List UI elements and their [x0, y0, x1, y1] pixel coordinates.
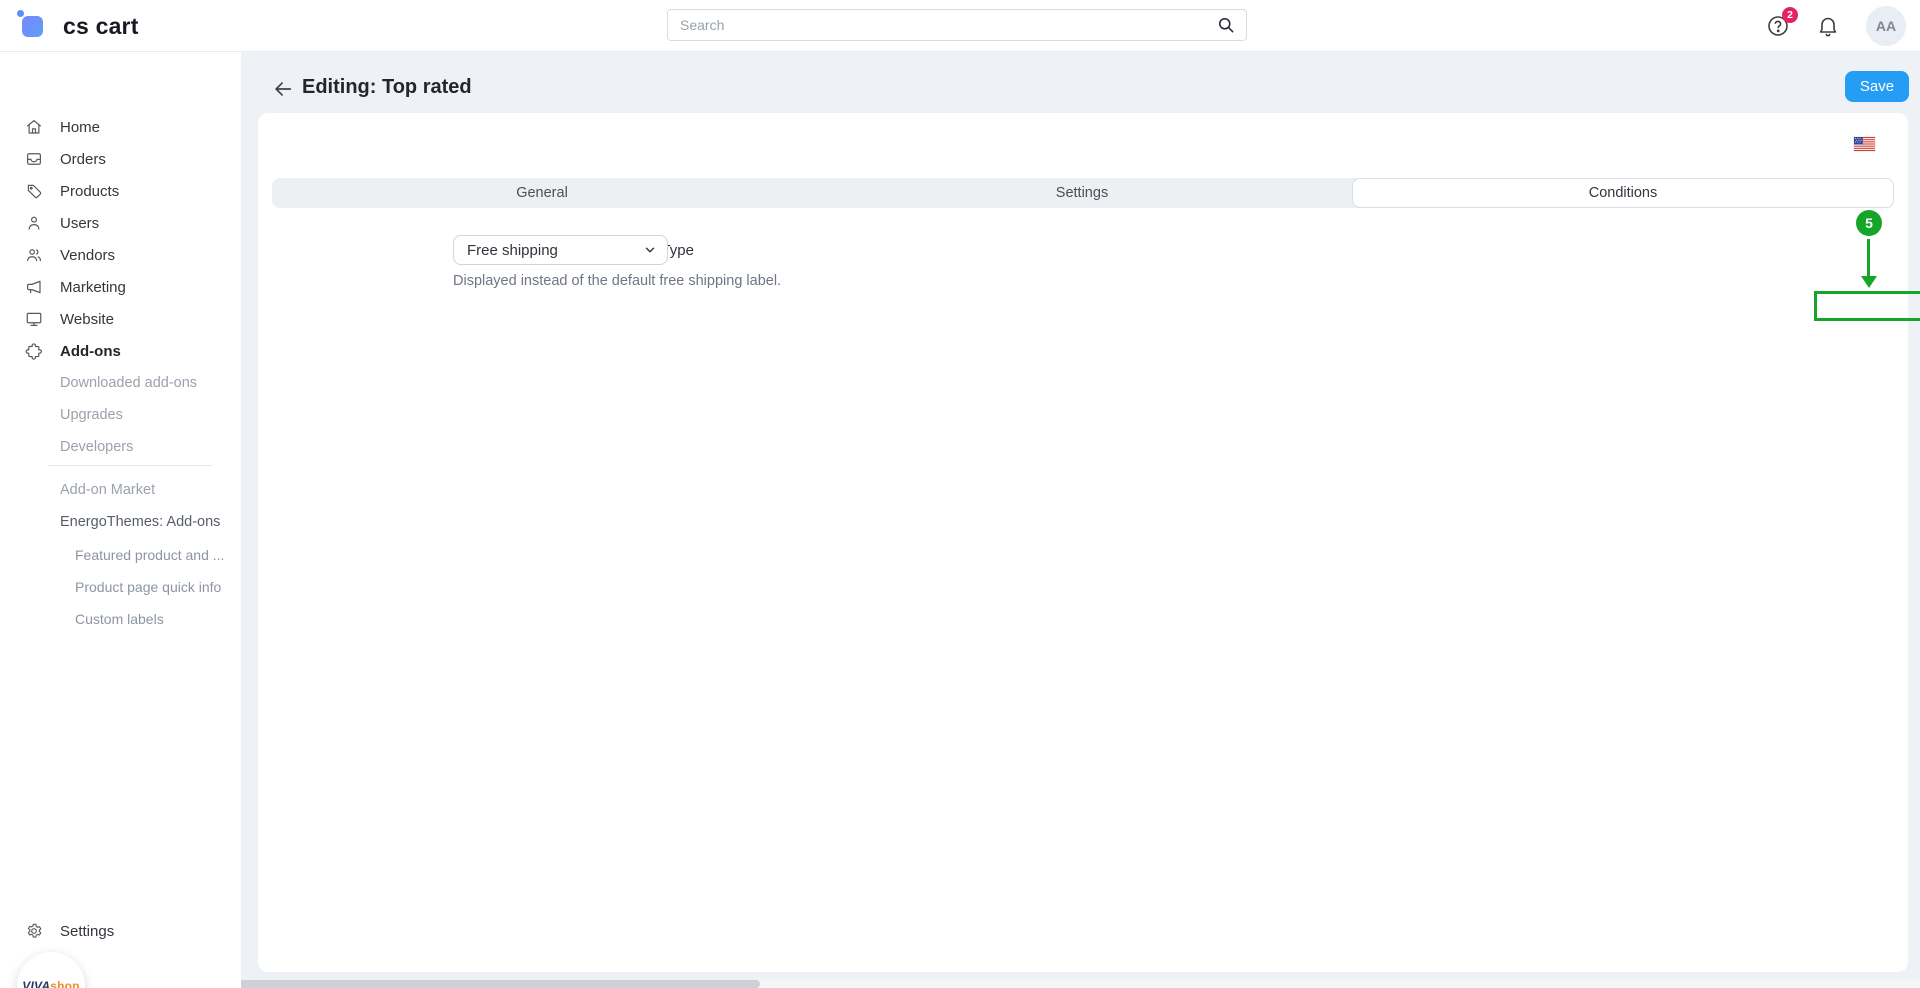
save-button[interactable]: Save	[1845, 71, 1909, 102]
marketing-icon	[25, 278, 43, 296]
vivashop-floating-badge[interactable]: VIVAshop	[17, 952, 85, 988]
sidebar-label: Orders	[60, 151, 106, 168]
puzzle-icon	[25, 342, 43, 360]
cscart-logo[interactable]: cs cart	[17, 10, 139, 42]
notifications-button[interactable]	[1816, 14, 1840, 38]
search-icon[interactable]	[1216, 15, 1236, 35]
type-select-value: Free shipping	[454, 242, 643, 259]
sidebar-item-energothemes[interactable]: EnergoThemes: Add-ons	[60, 514, 220, 530]
sidebar-item-upgrades[interactable]: Upgrades	[60, 407, 123, 423]
home-icon	[25, 118, 43, 136]
help-button[interactable]: 2	[1766, 14, 1790, 38]
sidebar-label: Website	[60, 311, 114, 328]
type-select[interactable]: Free shipping	[453, 235, 668, 265]
gear-icon	[25, 922, 43, 940]
sidebar-item-featured-product[interactable]: Featured product and ...	[75, 547, 224, 563]
sidebar-item-marketing[interactable]: Marketing	[0, 272, 241, 302]
user-avatar[interactable]: AA	[1866, 6, 1906, 46]
sidebar-item-orders[interactable]: Orders	[0, 144, 241, 174]
vivashop-logo: VIVAshop	[22, 979, 79, 988]
orders-icon	[25, 150, 43, 168]
back-button[interactable]	[272, 78, 294, 100]
sidebar-label: Marketing	[60, 279, 126, 296]
annotation-highlight-box	[1814, 291, 1920, 321]
sidebar-item-users[interactable]: Users	[0, 208, 241, 238]
us-flag-icon[interactable]	[1854, 137, 1875, 151]
global-search	[667, 9, 1247, 41]
tab-general[interactable]: General	[272, 178, 812, 208]
page-title: Editing: Top rated	[302, 76, 472, 99]
sidebar-item-downloaded-addons[interactable]: Downloaded add-ons	[60, 375, 197, 391]
tab-settings[interactable]: Settings	[812, 178, 1352, 208]
sidebar-item-custom-labels[interactable]: Custom labels	[75, 611, 164, 627]
sidebar-label: Users	[60, 215, 99, 232]
sidebar-item-addons[interactable]: Add-ons	[0, 336, 241, 366]
topbar-actions: 2 AA	[1766, 0, 1906, 52]
sidebar-label: Add-ons	[60, 343, 121, 360]
sidebar-label: Home	[60, 119, 100, 136]
help-badge: 2	[1782, 7, 1798, 23]
sidebar-item-addon-market[interactable]: Add-on Market	[60, 482, 155, 498]
users-icon	[25, 214, 43, 232]
sidebar-item-product-quick-info[interactable]: Product page quick info	[75, 579, 221, 595]
tabbar: General Settings Conditions	[272, 178, 1894, 208]
chevron-down-icon	[643, 243, 657, 257]
cscart-logo-icon	[17, 10, 51, 42]
topbar: cs cart 2 AA	[0, 0, 1920, 52]
sidebar-item-settings[interactable]: Settings	[0, 916, 241, 946]
tab-conditions[interactable]: Conditions	[1352, 178, 1894, 208]
sidebar-item-website[interactable]: Website	[0, 304, 241, 334]
type-hint-text: Displayed instead of the default free sh…	[453, 273, 781, 289]
sidebar-label: Settings	[60, 923, 114, 940]
admin-page: cs cart 2 AA	[0, 0, 1920, 988]
horizontal-scrollbar-track[interactable]	[0, 980, 1920, 988]
sidebar-item-products[interactable]: Products	[0, 176, 241, 206]
bell-icon	[1816, 14, 1840, 38]
sidebar-item-developers[interactable]: Developers	[60, 439, 133, 455]
sidebar-item-home[interactable]: Home	[0, 112, 241, 142]
sidebar-item-vendors[interactable]: Vendors	[0, 240, 241, 270]
annotation-arrow-line	[1867, 239, 1870, 276]
website-icon	[25, 310, 43, 328]
sidebar: Home Orders Products Users	[0, 52, 241, 988]
sidebar-divider	[48, 465, 212, 466]
arrow-left-icon	[272, 78, 294, 100]
products-icon	[25, 182, 43, 200]
vendors-icon	[25, 246, 43, 264]
sidebar-label: Products	[60, 183, 119, 200]
annotation-arrow-head	[1861, 276, 1877, 288]
logo-text: cs cart	[63, 13, 139, 40]
content-card: General Settings Conditions Type Free sh…	[258, 113, 1908, 972]
annotation-step-badge: 5	[1856, 210, 1882, 236]
sidebar-label: Vendors	[60, 247, 115, 264]
search-input[interactable]	[668, 17, 1216, 33]
